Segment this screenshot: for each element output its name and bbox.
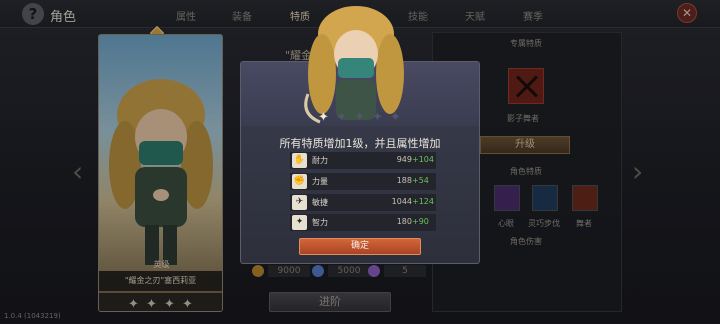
agility-icon: ✈: [292, 195, 307, 210]
attribute-value: 188: [396, 176, 412, 185]
attribute-value: 1044: [391, 197, 412, 206]
attribute-row-strength: ✊ 力量 188 +54: [290, 173, 436, 190]
attribute-row-agility: ✈ 敏捷 1044 +124: [290, 194, 436, 211]
attribute-row-stamina: ✋ 耐力 949 +104: [290, 152, 436, 169]
attribute-increase: +104: [412, 155, 434, 164]
confirm-button[interactable]: 确定: [299, 238, 421, 255]
attribute-value: 180: [396, 217, 412, 226]
attribute-name: 敏捷: [312, 198, 328, 207]
dialog-hero-portrait: [304, 6, 404, 124]
attribute-name: 力量: [312, 177, 328, 186]
attribute-increase: +124: [412, 197, 434, 206]
dialog-star-empty-icon: ✦: [390, 110, 401, 125]
attribute-name: 耐力: [312, 156, 328, 165]
dialog-message: 所有特质增加1级，并且属性增加: [279, 137, 441, 150]
dialog-star-empty-icon: ✦: [354, 110, 365, 125]
attribute-name: 智力: [312, 218, 328, 227]
dialog-star-lit-icon: ✦: [318, 110, 329, 125]
stamina-icon: ✋: [292, 153, 307, 168]
dialog-star-empty-icon: ✦: [372, 110, 383, 125]
attribute-value: 949: [396, 155, 412, 164]
attribute-increase: +90: [412, 217, 429, 226]
intellect-icon: ✦: [292, 215, 307, 230]
dialog-star-empty-icon: ✦: [336, 110, 347, 125]
strength-icon: ✊: [292, 174, 307, 189]
attribute-row-intellect: ✦ 智力 180 +90: [290, 214, 436, 231]
attribute-increase: +54: [412, 176, 429, 185]
